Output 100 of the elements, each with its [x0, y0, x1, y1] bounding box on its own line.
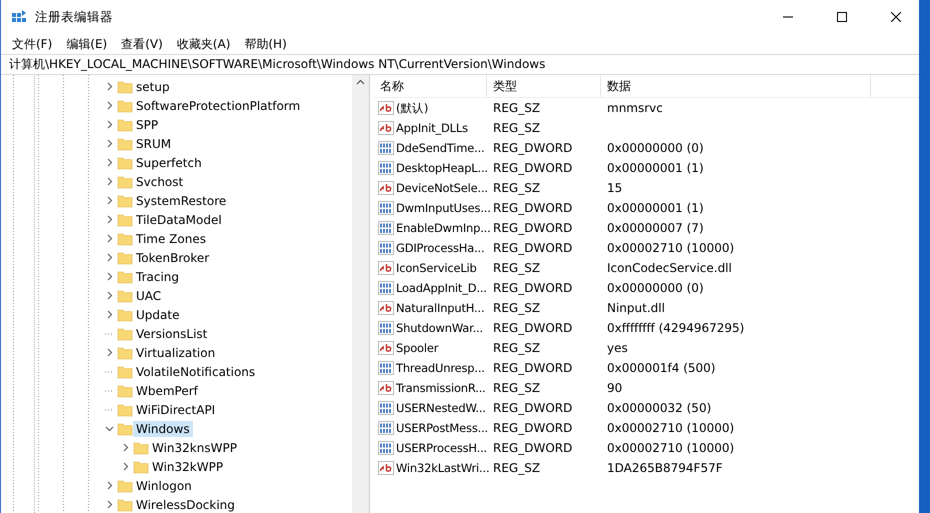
- tree-item[interactable]: UAC: [133, 288, 164, 304]
- scrollbar[interactable]: [352, 75, 369, 513]
- tree-item[interactable]: SoftwareProtectionPlatform: [133, 98, 304, 114]
- value-name[interactable]: Spooler: [396, 341, 438, 355]
- tree-item[interactable]: WirelessDocking: [133, 496, 238, 512]
- value-name[interactable]: ShutdownWar...: [396, 321, 483, 335]
- tree-item[interactable]: setup: [133, 78, 173, 94]
- folder-icon: [117, 344, 133, 360]
- tree-item[interactable]: Winlogon: [133, 478, 195, 494]
- value-name[interactable]: GDIProcessHa...: [396, 241, 484, 255]
- maximize-icon: [837, 12, 847, 22]
- chevron-right-icon[interactable]: [104, 234, 114, 243]
- folder-icon: [117, 402, 133, 418]
- tree-item[interactable]: SPP: [133, 116, 162, 132]
- value-name[interactable]: DeviceNotSele...: [396, 181, 488, 195]
- value-name[interactable]: TransmissionR...: [396, 381, 486, 395]
- value-type: REG_DWORD: [492, 201, 574, 215]
- value-name[interactable]: USERPostMess...: [396, 421, 488, 435]
- close-icon: [891, 12, 901, 22]
- tree-item[interactable]: Time Zones: [133, 230, 209, 246]
- tree-item[interactable]: Windows: [133, 420, 193, 436]
- value-name[interactable]: Win32kLastWri...: [396, 461, 490, 475]
- folder-icon: [117, 212, 133, 228]
- tree-item[interactable]: VolatileNotifications: [133, 364, 258, 380]
- value-type: REG_SZ: [492, 341, 542, 355]
- value-data: 0x00000001 (1): [606, 201, 705, 215]
- folder-icon: [133, 458, 149, 474]
- value-name[interactable]: LoadAppInit_D...: [396, 281, 487, 295]
- column-header[interactable]: 名称: [374, 75, 487, 97]
- tree-item[interactable]: WiFiDirectAPI: [133, 402, 218, 418]
- tree-item[interactable]: SRUM: [133, 136, 174, 152]
- tree-item[interactable]: Virtualization: [133, 344, 218, 360]
- tree-item[interactable]: Win32kWPP: [149, 458, 226, 474]
- chevron-right-icon[interactable]: [104, 310, 114, 319]
- value-name[interactable]: ThreadUnresp...: [396, 361, 485, 375]
- value-name[interactable]: NaturalInputH...: [396, 301, 484, 315]
- chevron-right-icon[interactable]: [104, 158, 114, 167]
- tree-item[interactable]: Svchost: [133, 174, 186, 190]
- value-name[interactable]: AppInit_DLLs: [396, 121, 468, 135]
- text-value-icon: [378, 180, 394, 196]
- value-name[interactable]: DesktopHeapL...: [396, 161, 488, 175]
- value-type: REG_DWORD: [492, 161, 574, 175]
- value-name[interactable]: DwmInputUses...: [396, 201, 491, 215]
- chevron-right-icon[interactable]: [104, 291, 114, 300]
- tree-item[interactable]: SystemRestore: [133, 192, 230, 208]
- value-type: REG_SZ: [492, 381, 542, 395]
- value-type: REG_DWORD: [492, 141, 574, 155]
- address-field[interactable]: 计算机\HKEY_LOCAL_MACHINE\SOFTWARE\Microsoft\Windows NT\CurrentVersion\Windows: [1, 54, 919, 75]
- binary-value-icon: [378, 240, 394, 256]
- chevron-right-icon[interactable]: [104, 196, 114, 205]
- value-data: 15: [606, 181, 624, 195]
- tree-item[interactable]: TileDataModel: [133, 212, 225, 228]
- chevron-right-icon[interactable]: [104, 177, 114, 186]
- binary-value-icon: [378, 420, 394, 436]
- tree-item[interactable]: VersionsList: [133, 326, 210, 342]
- menu-item[interactable]: 帮助(H): [237, 34, 294, 54]
- chevron-right-icon[interactable]: [120, 462, 130, 471]
- chevron-right-icon[interactable]: [104, 481, 114, 490]
- chevron-right-icon[interactable]: [104, 253, 114, 262]
- chevron-right-icon[interactable]: [120, 443, 130, 452]
- value-type: REG_DWORD: [492, 321, 574, 335]
- tree-item[interactable]: Win32knsWPP: [149, 440, 240, 456]
- column-header[interactable]: 类型: [487, 75, 601, 97]
- menu-item[interactable]: 收藏夹(A): [170, 34, 238, 54]
- chevron-down-icon[interactable]: [104, 424, 114, 433]
- text-value-icon: [378, 340, 394, 356]
- chevron-right-icon[interactable]: [104, 82, 114, 91]
- column-header[interactable]: 数据: [601, 75, 871, 97]
- tree-item[interactable]: Update: [133, 306, 182, 322]
- folder-icon: [117, 78, 133, 94]
- value-name[interactable]: USERProcessH...: [396, 441, 488, 455]
- menu-item[interactable]: 查看(V): [114, 34, 170, 54]
- value-type: REG_DWORD: [492, 281, 574, 295]
- value-type: REG_DWORD: [492, 361, 574, 375]
- value-name[interactable]: USERNestedW...: [396, 401, 486, 415]
- scroll-up-icon[interactable]: [356, 79, 365, 85]
- value-type: REG_SZ: [492, 261, 542, 275]
- chevron-right-icon[interactable]: [104, 215, 114, 224]
- tree-item[interactable]: WbemPerf: [133, 382, 201, 398]
- value-data: 0x00002710 (10000): [606, 421, 736, 435]
- value-name[interactable]: IconServiceLib: [396, 261, 477, 275]
- folder-icon: [133, 440, 149, 456]
- tree-item[interactable]: Tracing: [133, 268, 182, 284]
- chevron-right-icon[interactable]: [104, 139, 114, 148]
- chevron-right-icon[interactable]: [104, 348, 114, 357]
- menu-item[interactable]: 编辑(E): [59, 34, 114, 54]
- tree-item[interactable]: TokenBroker: [133, 250, 212, 266]
- tree-item[interactable]: Superfetch: [133, 154, 205, 170]
- binary-value-icon: [378, 160, 394, 176]
- chevron-right-icon[interactable]: [104, 500, 114, 509]
- text-value-icon: [378, 120, 394, 136]
- value-name[interactable]: EnableDwmInp...: [396, 221, 491, 235]
- chevron-right-icon[interactable]: [104, 120, 114, 129]
- chevron-right-icon[interactable]: [104, 101, 114, 110]
- value-name[interactable]: DdeSendTime...: [396, 141, 485, 155]
- text-value-icon: [378, 300, 394, 316]
- folder-icon: [117, 306, 133, 322]
- chevron-right-icon[interactable]: [104, 272, 114, 281]
- value-name[interactable]: (默认): [396, 100, 428, 116]
- menu-item[interactable]: 文件(F): [5, 34, 60, 54]
